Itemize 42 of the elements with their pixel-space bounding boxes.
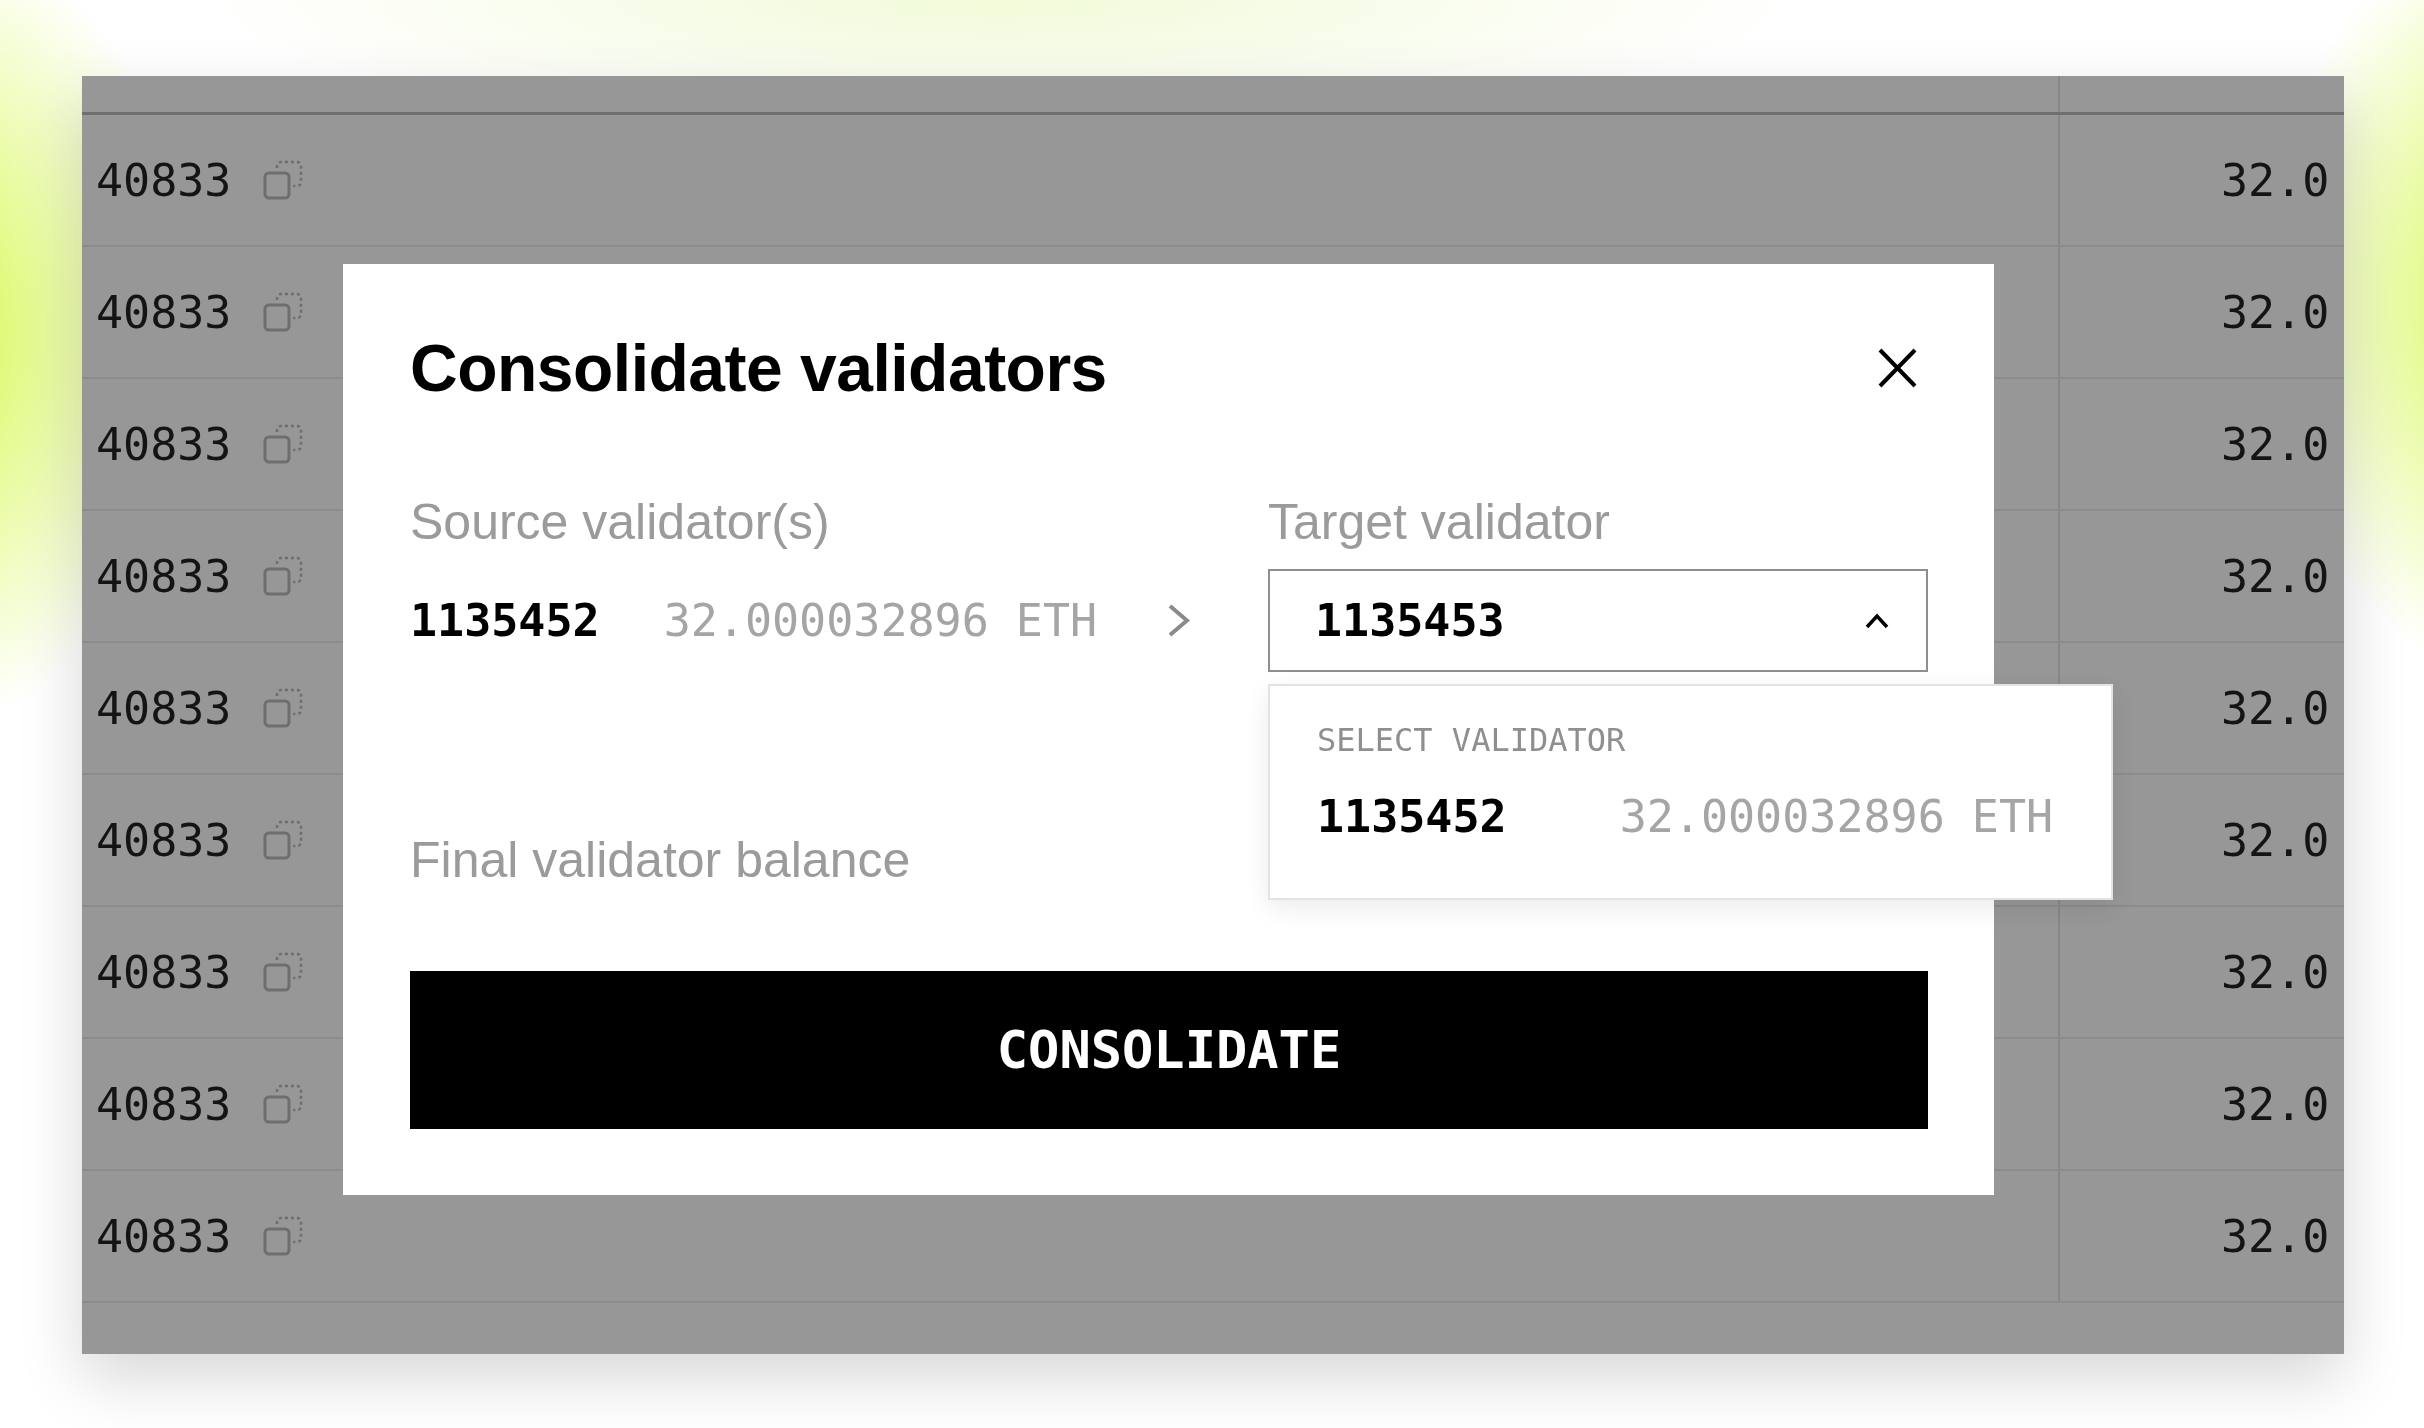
amount-text: 32.0	[2221, 153, 2330, 207]
copy-icon[interactable]	[263, 292, 304, 332]
menu-option[interactable]: 1135452 32.000032896 ETH	[1317, 789, 2054, 843]
index-text: 40833	[96, 1077, 232, 1131]
option-index: 1135452	[1317, 789, 1507, 843]
index-text: 40833	[96, 417, 232, 471]
dialog-title: Consolidate validators	[410, 332, 1107, 404]
amount-text: 32.0	[2221, 285, 2330, 339]
menu-heading: SELECT VALIDATOR	[1317, 721, 1626, 759]
amount-text: 32.0	[2221, 1209, 2330, 1263]
index-text: 40833	[96, 813, 232, 867]
amount-text: 32.0	[2221, 1077, 2330, 1131]
option-balance: 32.000032896 ETH	[1619, 789, 2054, 843]
amount-text: 32.0	[2221, 681, 2330, 735]
source-index: 1135452	[410, 594, 600, 647]
index-text: 40833	[96, 153, 232, 207]
field-label: Source validator(s)	[410, 493, 830, 551]
validator-select[interactable]: 1135453	[1268, 569, 1928, 672]
close-icon	[1878, 348, 1917, 388]
index-text: 40833	[96, 945, 232, 999]
copy-icon[interactable]	[263, 688, 304, 728]
amount-text: 32.0	[2221, 417, 2330, 471]
index-text: 40833	[96, 681, 232, 735]
copy-icon[interactable]	[263, 160, 304, 200]
final-balance-label: Final validator balance	[410, 831, 911, 889]
amount-text: 32.0	[2221, 549, 2330, 603]
copy-icon[interactable]	[263, 556, 304, 596]
close-button[interactable]	[1878, 348, 1917, 388]
source-balance: 32.000032896 ETH	[663, 594, 1098, 647]
amount-text: 32.0	[2221, 813, 2330, 867]
index-text: 40833	[96, 549, 232, 603]
index-text: 40833	[96, 285, 232, 339]
field-label: Target validator	[1268, 493, 1610, 551]
chevron-right-icon	[1167, 603, 1191, 638]
consolidate-button[interactable]: CONSOLIDATE	[410, 971, 1928, 1129]
copy-icon[interactable]	[263, 952, 304, 992]
index-text: 40833	[96, 1209, 232, 1263]
amount-text: 32.0	[2221, 945, 2330, 999]
copy-icon[interactable]	[263, 1216, 304, 1256]
copy-icon[interactable]	[263, 820, 304, 860]
copy-icon[interactable]	[263, 1084, 304, 1124]
copy-icon[interactable]	[263, 424, 304, 464]
